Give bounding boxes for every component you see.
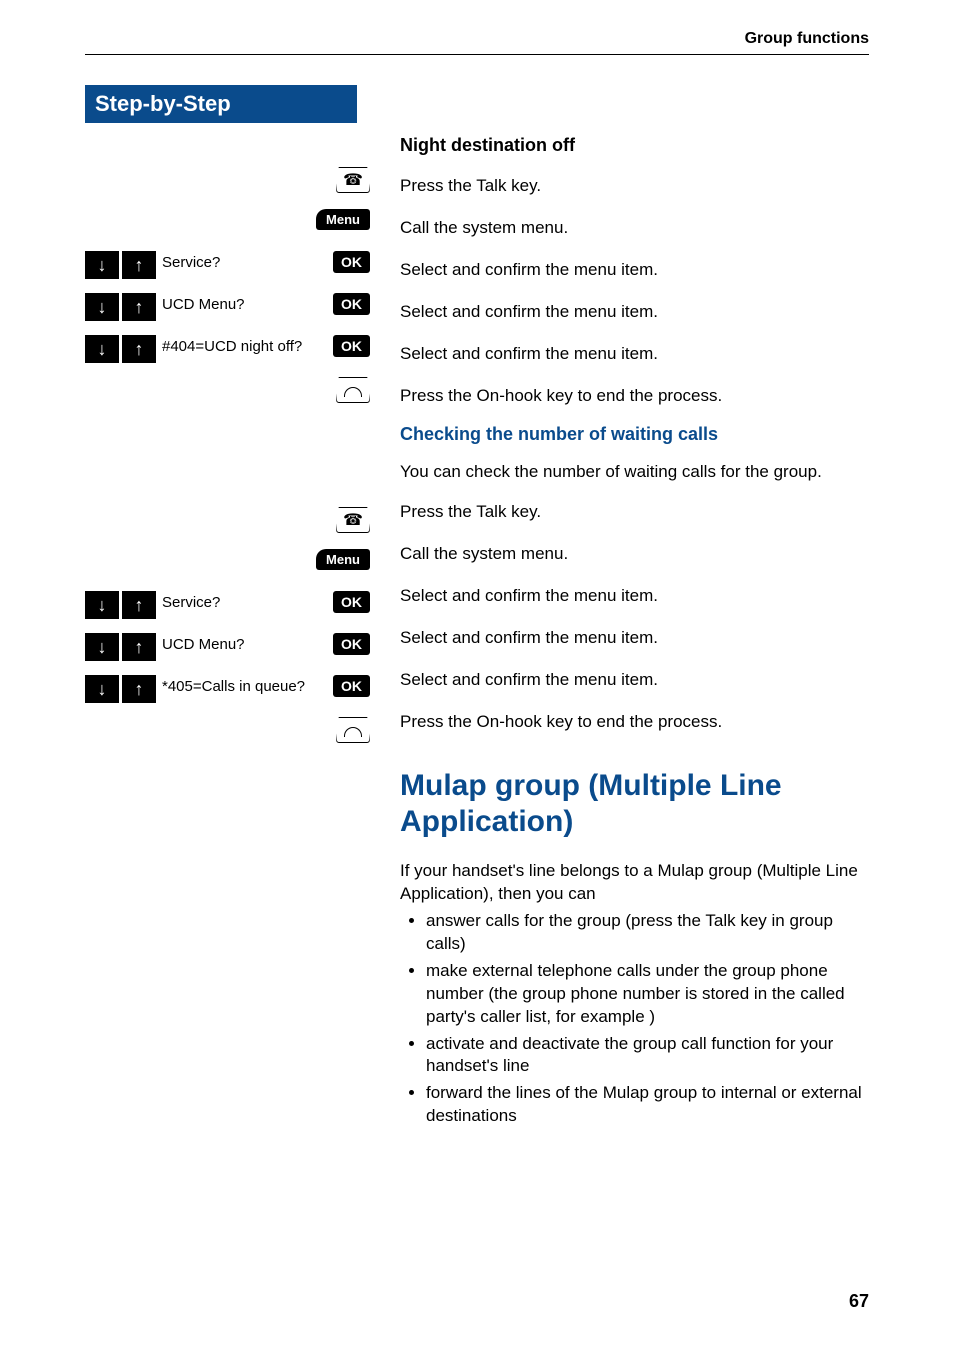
- page-number: 67: [849, 1291, 869, 1312]
- menu-item-text: UCD Menu?: [162, 293, 327, 314]
- menu-pill: Menu: [316, 209, 370, 230]
- menu-item-text: UCD Menu?: [162, 633, 327, 654]
- ok-pill: OK: [333, 335, 370, 357]
- nav-arrows: ↓↑: [85, 675, 156, 703]
- up-arrow-icon: ↑: [122, 675, 156, 703]
- down-arrow-icon: ↓: [85, 251, 119, 279]
- ok-pill: OK: [333, 633, 370, 655]
- up-arrow-icon: ↑: [122, 633, 156, 661]
- mulap-bullets: answer calls for the group (press the Ta…: [416, 910, 869, 1128]
- section-heading-mulap: Mulap group (Multiple Line Application): [400, 768, 869, 840]
- ok-pill: OK: [333, 591, 370, 613]
- ok-pill: OK: [333, 293, 370, 315]
- onhook-key-icon: [336, 717, 370, 743]
- instruction-text: Press the Talk key.: [400, 498, 869, 528]
- instruction-text: Press the On-hook key to end the process…: [400, 382, 869, 412]
- instruction-text: Select and confirm the menu item.: [400, 582, 869, 612]
- nav-arrows: ↓↑: [85, 335, 156, 363]
- down-arrow-icon: ↓: [85, 335, 119, 363]
- instruction-text: Call the system menu.: [400, 540, 869, 570]
- instruction-text: Press the Talk key.: [400, 172, 869, 202]
- menu-item-text: Service?: [162, 251, 327, 272]
- right-column: Night destination off Press the Talk key…: [380, 123, 869, 1132]
- ok-pill: OK: [333, 675, 370, 697]
- page-header: Group functions: [85, 30, 869, 55]
- menu-item-text: #404=UCD night off?: [162, 335, 327, 356]
- nav-arrows: ↓↑: [85, 591, 156, 619]
- up-arrow-icon: ↑: [122, 293, 156, 321]
- ok-pill: OK: [333, 251, 370, 273]
- down-arrow-icon: ↓: [85, 633, 119, 661]
- up-arrow-icon: ↑: [122, 591, 156, 619]
- nav-arrows: ↓↑: [85, 251, 156, 279]
- list-item: answer calls for the group (press the Ta…: [426, 910, 869, 956]
- talk-key-icon: ☎: [336, 507, 370, 533]
- left-column: ☎ Menu ↓↑ Service? OK ↓↑ UCD Menu? OK ↓↑…: [85, 123, 380, 1132]
- menu-item-text: Service?: [162, 591, 327, 612]
- instruction-text: Select and confirm the menu item.: [400, 340, 869, 370]
- step-by-step-bar: Step-by-Step: [85, 85, 357, 123]
- down-arrow-icon: ↓: [85, 675, 119, 703]
- instruction-text: Select and confirm the menu item.: [400, 256, 869, 286]
- mulap-paragraph: If your handset's line belongs to a Mula…: [400, 860, 869, 906]
- down-arrow-icon: ↓: [85, 591, 119, 619]
- instruction-text: Call the system menu.: [400, 214, 869, 244]
- nav-arrows: ↓↑: [85, 293, 156, 321]
- instruction-text: Press the On-hook key to end the process…: [400, 708, 869, 738]
- section-heading-night-off: Night destination off: [400, 135, 869, 156]
- intro-text: You can check the number of waiting call…: [400, 461, 869, 484]
- list-item: activate and deactivate the group call f…: [426, 1033, 869, 1079]
- down-arrow-icon: ↓: [85, 293, 119, 321]
- instruction-text: Select and confirm the menu item.: [400, 666, 869, 696]
- nav-arrows: ↓↑: [85, 633, 156, 661]
- section-heading-checking: Checking the number of waiting calls: [400, 424, 869, 445]
- list-item: forward the lines of the Mulap group to …: [426, 1082, 869, 1128]
- instruction-text: Select and confirm the menu item.: [400, 624, 869, 654]
- menu-pill: Menu: [316, 549, 370, 570]
- list-item: make external telephone calls under the …: [426, 960, 869, 1029]
- instruction-text: Select and confirm the menu item.: [400, 298, 869, 328]
- up-arrow-icon: ↑: [122, 335, 156, 363]
- onhook-key-icon: [336, 377, 370, 403]
- menu-item-text: *405=Calls in queue?: [162, 675, 327, 696]
- up-arrow-icon: ↑: [122, 251, 156, 279]
- talk-key-icon: ☎: [336, 167, 370, 193]
